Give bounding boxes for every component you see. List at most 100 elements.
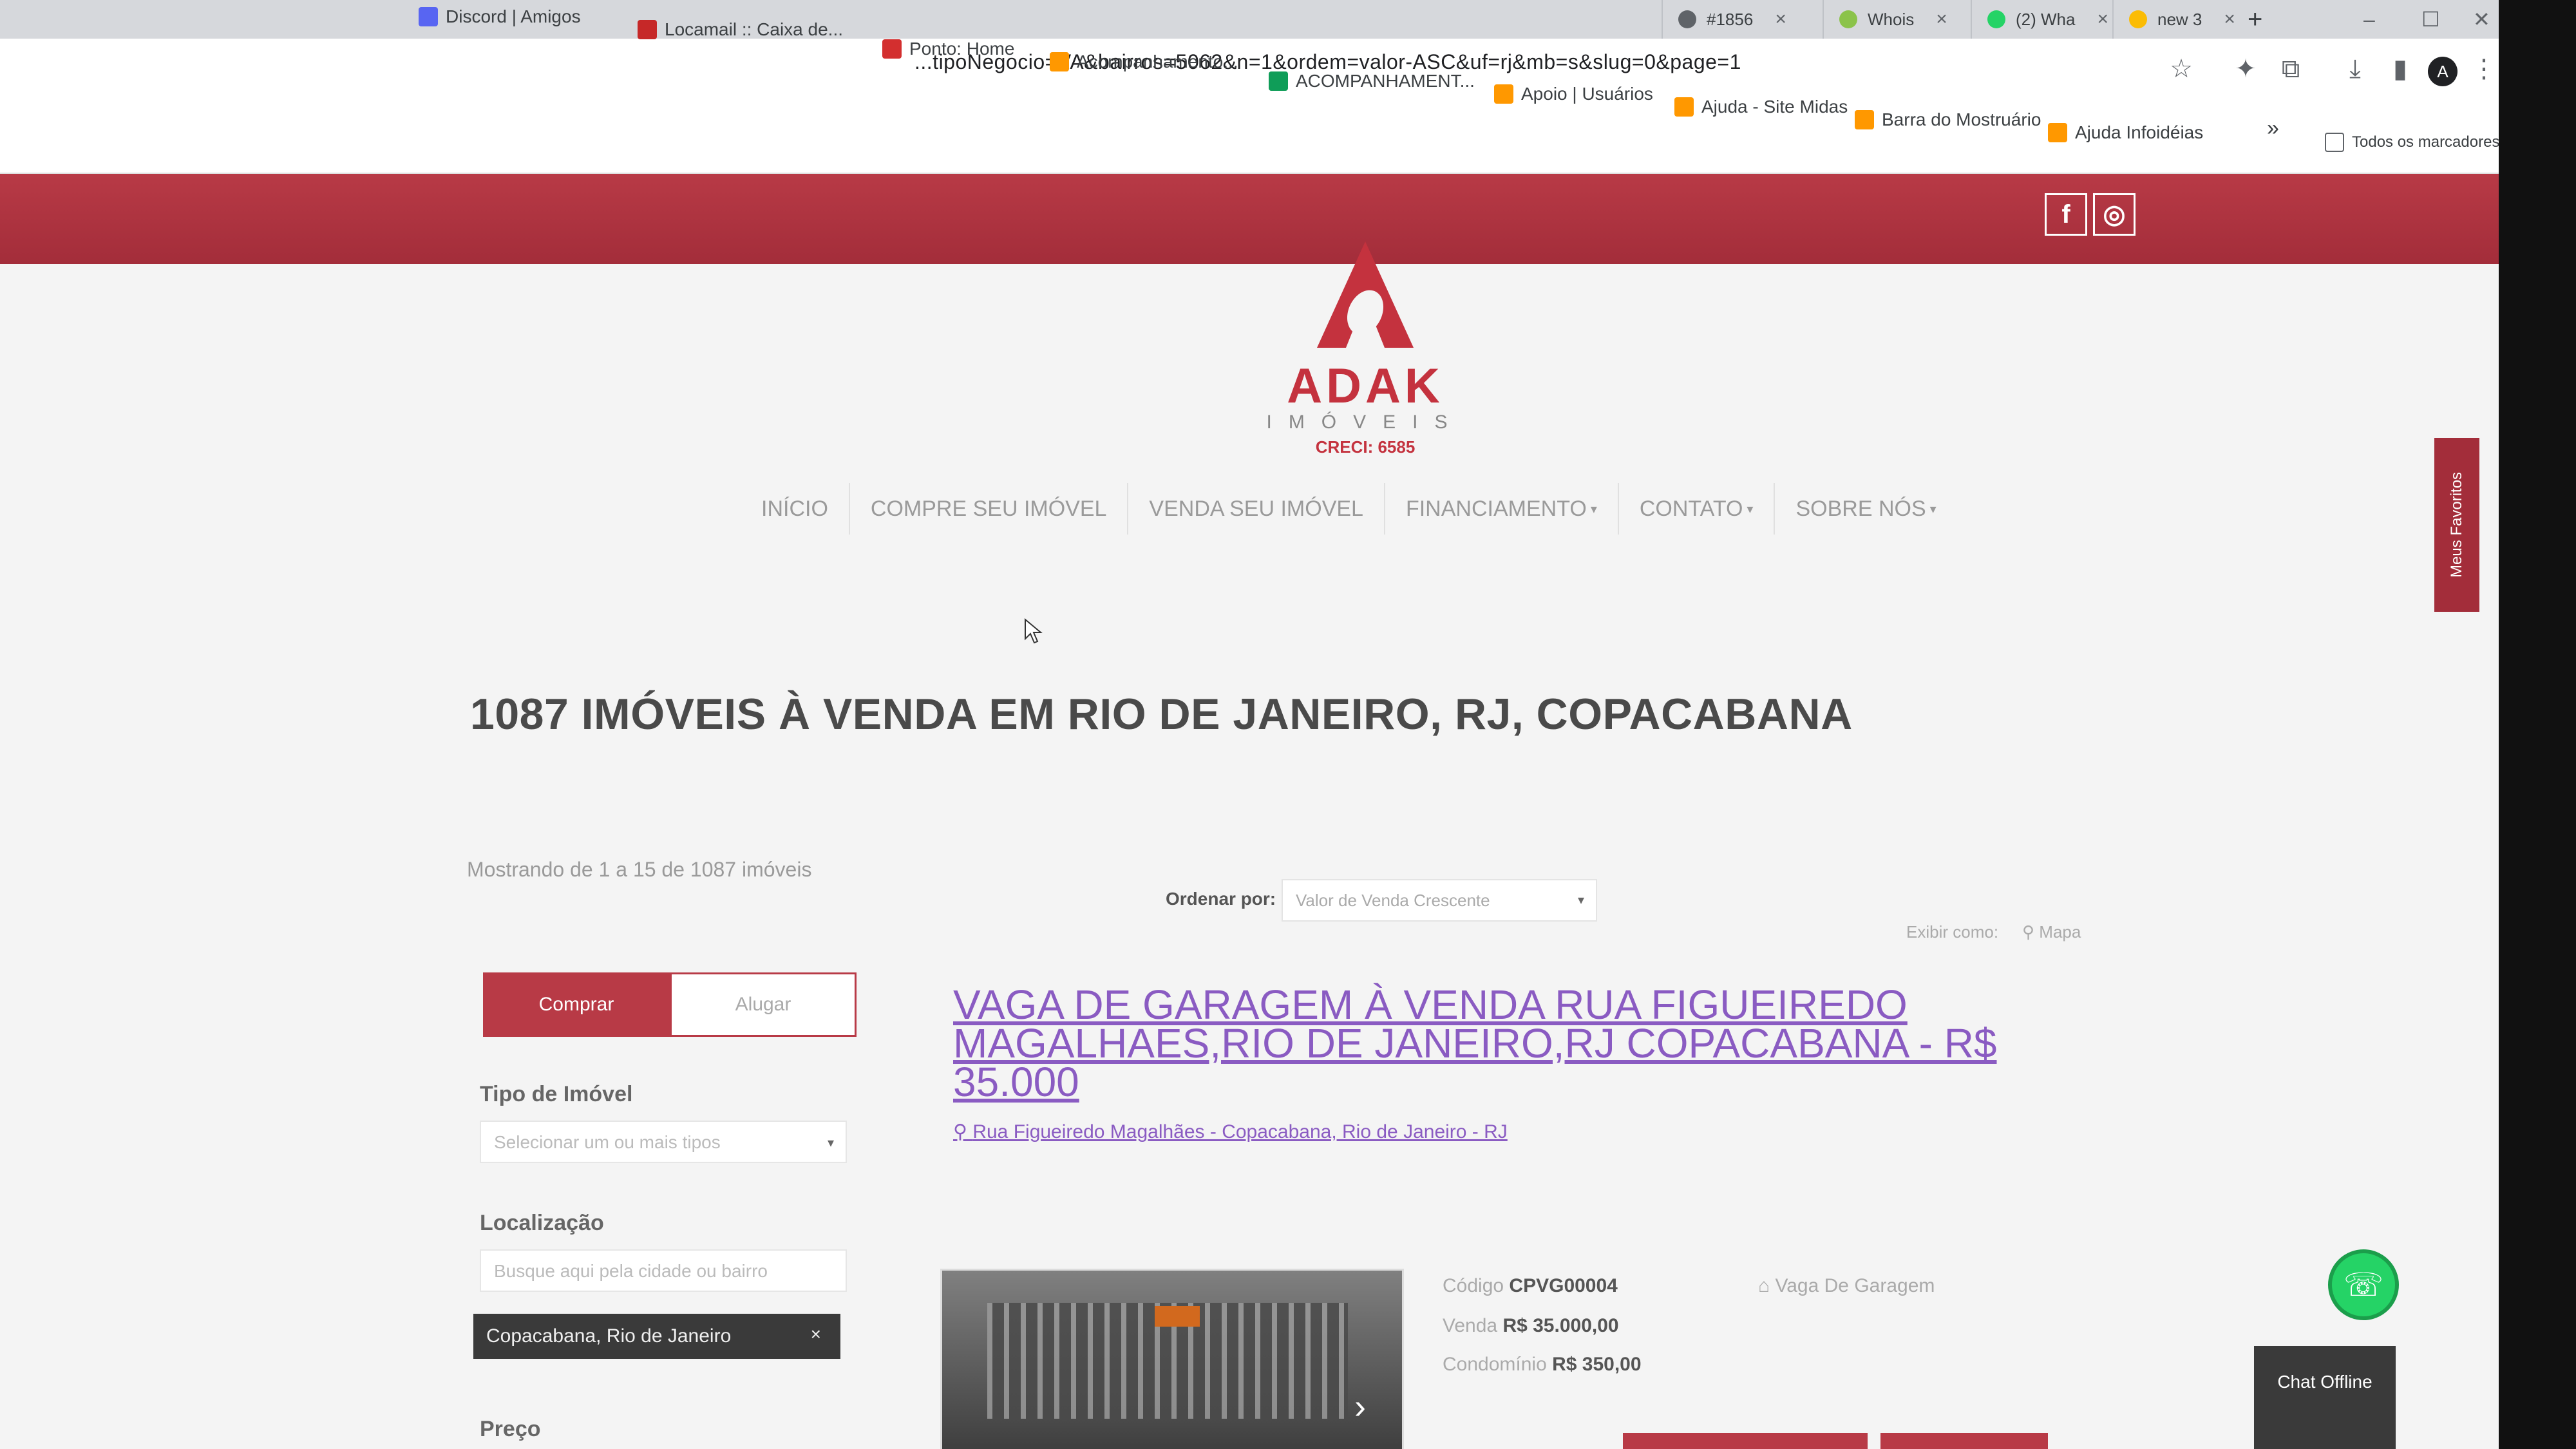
main-nav: INÍCIO COMPRE SEU IMÓVEL VENDA SEU IMÓVE…: [741, 483, 1964, 535]
whois-icon: [1839, 10, 1857, 28]
nav-label: INÍCIO: [761, 496, 828, 521]
listing-photo[interactable]: ›: [940, 1269, 1404, 1449]
location-chip[interactable]: Copacabana, Rio de Janeiro ×: [473, 1314, 840, 1359]
all-bookmarks-label: Todos os marcadores: [2352, 133, 2500, 151]
sort-value: Valor de Venda Crescente: [1296, 891, 1490, 910]
listing-action-button[interactable]: [1880, 1433, 2048, 1449]
browser-tab[interactable]: #1856 ×: [1662, 0, 1802, 39]
view-map-label: Mapa: [2039, 922, 2081, 942]
bookmark-star-icon[interactable]: ☆: [2164, 52, 2199, 86]
instagram-icon[interactable]: ◎: [2093, 193, 2136, 236]
browser-tab[interactable]: Whois ×: [1823, 0, 1963, 39]
bookmark-label: Locamail :: Caixa de...: [665, 19, 844, 39]
github-icon: [1678, 10, 1696, 28]
nav-label: SOBRE NÓS: [1795, 496, 1926, 521]
extension-icon[interactable]: ✦: [2228, 52, 2263, 86]
close-icon[interactable]: ×: [1775, 8, 1786, 30]
nav-label: CONTATO: [1639, 496, 1743, 521]
website-page: f ◎ ADAK IMÓVEIS CRECI: 6585 INÍCIO COMP…: [0, 174, 2499, 1449]
code-value: CPVG00004: [1509, 1275, 1618, 1296]
locamail-icon: [638, 20, 657, 39]
type-value: Vaga De Garagem: [1775, 1275, 1935, 1296]
nav-contato[interactable]: CONTATO ▾: [1619, 483, 1776, 535]
filter-sidebar: Comprar Alugar Tipo de Imóvel Selecionar…: [470, 972, 869, 1449]
chevron-down-icon: ▾: [1590, 502, 1597, 516]
sidepanel-icon[interactable]: ▮: [2383, 52, 2418, 86]
bookmark-item[interactable]: Ajuda - Site Midas: [1674, 97, 1848, 117]
whatsapp-icon[interactable]: ☏: [2328, 1249, 2399, 1320]
location-chip-label: Copacabana, Rio de Janeiro: [486, 1325, 732, 1347]
profile-avatar[interactable]: A: [2428, 57, 2458, 86]
browser-tab[interactable]: new 3 ×: [2112, 0, 2251, 39]
close-window-icon[interactable]: ✕: [2473, 0, 2490, 39]
deal-type-toggle: Comprar Alugar: [483, 972, 857, 1037]
bookmark-label: Acompanhamento...: [1077, 52, 1238, 71]
browser-chrome: #1856 × Whois × (2) Wha × new 3 × + – ☐ …: [0, 0, 2499, 200]
close-icon[interactable]: ×: [2224, 8, 2235, 30]
tab-title: Whois: [1868, 9, 1915, 29]
site-logo[interactable]: ADAK IMÓVEIS CRECI: 6585: [1243, 238, 1488, 457]
type-label: Tipo de Imóvel: [480, 1082, 633, 1106]
chevron-down-icon: ▾: [827, 1136, 834, 1150]
sort-select[interactable]: Valor de Venda Crescente ▾: [1282, 879, 1597, 922]
listing-title-link[interactable]: VAGA DE GARAGEM À VENDA RUA FIGUEIREDO M…: [953, 984, 2048, 1103]
code-label: Código: [1443, 1275, 1504, 1296]
bookmark-item[interactable]: Discord | Amigos: [419, 6, 581, 27]
sort-label: Ordenar por:: [1166, 889, 1276, 909]
listing-action-button[interactable]: [1623, 1433, 1868, 1449]
nav-sobre[interactable]: SOBRE NÓS ▾: [1775, 483, 1956, 535]
bookmarks-overflow[interactable]: »: [2267, 116, 2279, 141]
page-title: 1087 IMÓVEIS À VENDA EM RIO DE JANEIRO, …: [470, 690, 1853, 739]
nav-compre[interactable]: COMPRE SEU IMÓVEL: [850, 483, 1129, 535]
bookmarks-bar: Discord | Amigos Locamail :: Caixa de...…: [0, 6, 2499, 174]
nav-label: VENDA SEU IMÓVEL: [1149, 496, 1363, 521]
chat-widget[interactable]: Chat Offline: [2254, 1346, 2396, 1449]
bookmark-item[interactable]: Locamail :: Caixa de...: [638, 19, 843, 40]
facebook-icon[interactable]: f: [2045, 193, 2087, 236]
tab-title: (2) Wha: [2016, 9, 2076, 29]
nav-financiamento[interactable]: FINANCIAMENTO ▾: [1385, 483, 1619, 535]
chevron-right-icon[interactable]: ›: [1354, 1387, 1366, 1426]
tab-strip: #1856 × Whois × (2) Wha × new 3 × + – ☐ …: [0, 0, 2499, 39]
location-placeholder: Busque aqui pela cidade ou bairro: [494, 1261, 768, 1281]
download-icon[interactable]: ⤓: [2338, 52, 2372, 86]
bookmark-item[interactable]: Ajuda Infoidéias: [2048, 122, 2203, 143]
puzzle-icon[interactable]: ⧉: [2273, 52, 2308, 86]
remove-icon[interactable]: ×: [811, 1324, 821, 1345]
buy-button[interactable]: Comprar: [483, 972, 670, 1037]
menu-icon[interactable]: ⋮: [2467, 52, 2501, 86]
new-tab-button[interactable]: +: [2248, 0, 2262, 39]
bookmark-item[interactable]: Ponto: Home: [882, 39, 1014, 59]
bookmark-label: Ajuda - Site Midas: [1701, 97, 1848, 117]
favorites-tab[interactable]: Meus Favoritos: [2434, 438, 2479, 612]
sheets-icon: [1269, 71, 1288, 91]
minimize-icon[interactable]: –: [2363, 0, 2375, 39]
listing-address-link[interactable]: ⚲ Rua Figueiredo Magalhães - Copacabana,…: [953, 1121, 1508, 1143]
all-bookmarks[interactable]: Todos os marcadores: [2325, 133, 2499, 152]
chevron-down-icon: ▾: [1747, 502, 1754, 516]
rent-button[interactable]: Alugar: [670, 972, 857, 1037]
bookmark-item[interactable]: Apoio | Usuários: [1494, 84, 1653, 104]
type-select[interactable]: Selecionar um ou mais tipos ▾: [480, 1121, 847, 1163]
maximize-icon[interactable]: ☐: [2421, 0, 2440, 39]
logo-mark-icon: [1317, 242, 1414, 348]
nav-inicio[interactable]: INÍCIO: [741, 483, 850, 535]
close-icon[interactable]: ×: [1936, 8, 1947, 30]
location-input[interactable]: Busque aqui pela cidade ou bairro: [480, 1249, 847, 1292]
address-bar-row: ...tipoNegocio=VA&bairros=5062&n=1&ordem…: [0, 39, 2499, 109]
bookmark-item[interactable]: Acompanhamento...: [1050, 52, 1238, 72]
bookmark-item[interactable]: ACOMPANHAMENT...: [1269, 71, 1475, 91]
type-placeholder: Selecionar um ou mais tipos: [494, 1132, 721, 1152]
bookmark-item[interactable]: Barra do Mostruário: [1855, 109, 2041, 130]
chevron-down-icon: ▾: [1929, 502, 1937, 516]
bookmark-label: Discord | Amigos: [446, 6, 581, 26]
browser-tab[interactable]: (2) Wha ×: [1971, 0, 2124, 39]
close-icon[interactable]: ×: [2097, 8, 2108, 30]
nav-label: FINANCIAMENTO: [1405, 496, 1587, 521]
tab-title: #1856: [1707, 9, 1754, 29]
view-map-link[interactable]: ⚲ Mapa: [2022, 922, 2081, 942]
home-icon: ⌂: [1758, 1275, 1770, 1296]
mouse-cursor-icon: [1024, 618, 1043, 644]
crown-icon: [1674, 97, 1694, 117]
nav-venda[interactable]: VENDA SEU IMÓVEL: [1128, 483, 1385, 535]
